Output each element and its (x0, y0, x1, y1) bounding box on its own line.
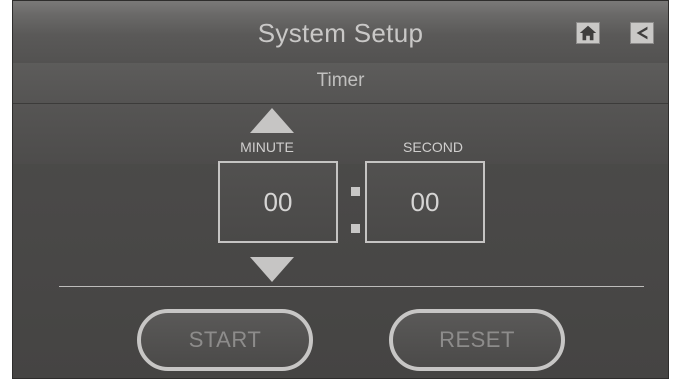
colon-separator-bottom (351, 224, 360, 233)
back-button[interactable] (630, 22, 654, 44)
section-title: Timer (316, 70, 365, 91)
subheader-bar: Timer (13, 63, 668, 104)
home-icon (579, 25, 597, 41)
page-title: System Setup (257, 18, 424, 48)
minute-increment-button[interactable] (250, 108, 294, 133)
minute-decrement-button[interactable] (250, 257, 294, 282)
reset-button[interactable]: RESET (389, 309, 565, 371)
background-band (13, 104, 668, 164)
colon-separator-top (351, 187, 360, 196)
minute-field[interactable]: 00 (218, 161, 338, 243)
header-bar: System Setup (13, 1, 668, 64)
second-field[interactable]: 00 (365, 161, 485, 243)
timer-screen: System Setup Timer MINUTE SECOND 00 00 S… (12, 0, 669, 379)
divider (59, 286, 644, 287)
second-label: SECOND (403, 139, 463, 155)
start-button[interactable]: START (137, 309, 313, 371)
minute-label: MINUTE (240, 139, 294, 155)
back-arrow-icon (636, 26, 648, 40)
home-button[interactable] (576, 22, 600, 44)
